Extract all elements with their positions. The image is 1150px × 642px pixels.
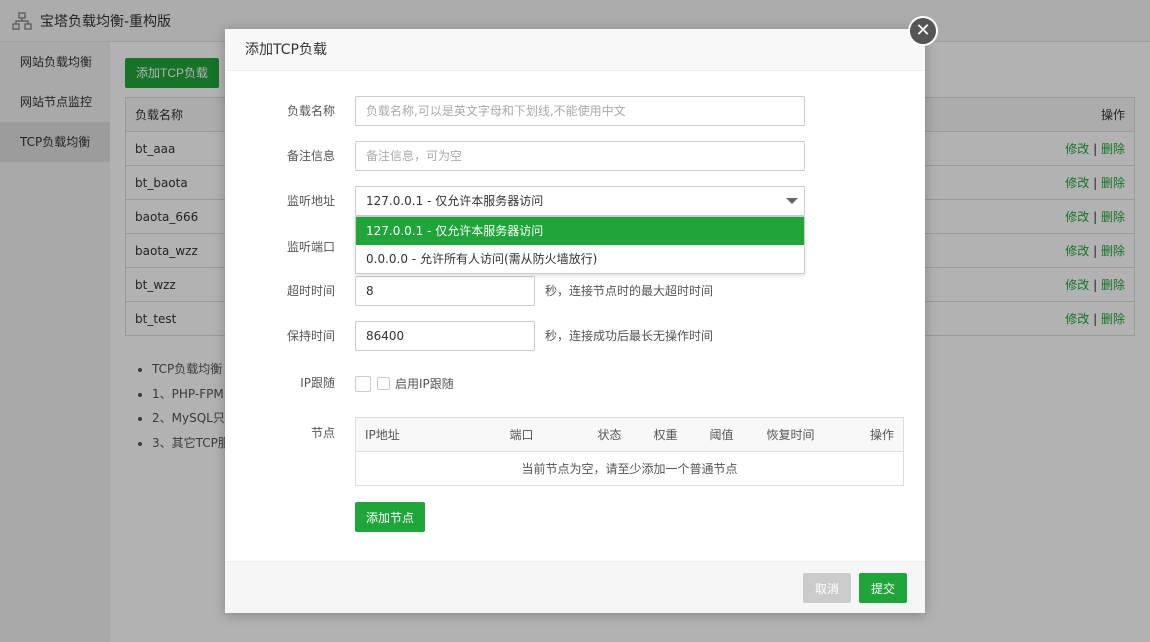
nodes-col-port: 端口 xyxy=(500,417,589,452)
close-icon[interactable]: ✕ xyxy=(908,16,938,46)
nodes-col-threshold: 阈值 xyxy=(700,417,758,452)
field-name-row: 负载名称 xyxy=(225,96,925,126)
chevron-down-icon xyxy=(786,198,798,204)
dropdown-option-all[interactable]: 0.0.0.0 - 允许所有人访问(需从防火墙放行) xyxy=(356,245,804,273)
nodes-header-row: IP地址 端口 状态 权重 阈值 恢复时间 操作 xyxy=(355,417,904,452)
nodes-empty-row: 当前节点为空，请至少添加一个普通节点 xyxy=(356,452,904,486)
keepalive-input[interactable] xyxy=(355,321,535,351)
field-nodes-label: 节点 xyxy=(310,426,335,440)
add-tcp-modal: 添加TCP负载 负载名称 备注信息 监听地址 127.0.0.1 - 仅允许本服… xyxy=(225,29,925,613)
ip-follow-checkbox-label: 启用IP跟随 xyxy=(395,377,454,391)
nodes-table: IP地址 端口 状态 权重 阈值 恢复时间 操作 当前节点为空，请至少添加一个普… xyxy=(355,417,904,486)
field-listen-addr-row: 监听地址 127.0.0.1 - 仅允许本服务器访问 xyxy=(225,186,925,216)
nodes-empty-text: 当前节点为空，请至少添加一个普通节点 xyxy=(521,462,738,476)
dropdown-option-localhost[interactable]: 127.0.0.1 - 仅允许本服务器访问 xyxy=(356,217,804,245)
remark-input[interactable] xyxy=(355,141,805,171)
modal-title: 添加TCP负载 xyxy=(225,29,925,71)
modal-footer: 取消 提交 xyxy=(225,561,925,613)
keepalive-hint: 秒，连接成功后最长无操作时间 xyxy=(545,329,714,343)
field-timeout-label: 超时时间 xyxy=(286,284,335,298)
field-ip-follow-row: IP跟随 启用IP跟随 xyxy=(225,368,925,398)
field-remark-label: 备注信息 xyxy=(286,149,335,163)
cancel-button[interactable]: 取消 xyxy=(803,573,851,603)
field-listen-addr-label: 监听地址 xyxy=(286,194,335,208)
listen-addr-dropdown: 127.0.0.1 - 仅允许本服务器访问 0.0.0.0 - 允许所有人访问(… xyxy=(355,216,805,274)
nodes-col-recover: 恢复时间 xyxy=(757,417,848,452)
add-node-button[interactable]: 添加节点 xyxy=(355,502,426,532)
field-keepalive-label: 保持时间 xyxy=(286,329,335,343)
nodes-col-actions: 操作 xyxy=(847,417,904,452)
timeout-hint: 秒，连接节点时的最大超时时间 xyxy=(545,284,714,298)
nodes-col-weight: 权重 xyxy=(644,417,701,452)
listen-addr-value: 127.0.0.1 - 仅允许本服务器访问 xyxy=(366,194,544,208)
listen-addr-select[interactable]: 127.0.0.1 - 仅允许本服务器访问 xyxy=(355,186,805,216)
ip-follow-checkbox-inner[interactable] xyxy=(377,377,390,390)
field-ip-follow-label: IP跟随 xyxy=(300,376,335,390)
submit-button[interactable]: 提交 xyxy=(859,573,907,603)
nodes-col-ip: IP地址 xyxy=(355,417,501,452)
ip-follow-checkbox[interactable] xyxy=(355,375,371,392)
field-name-label: 负载名称 xyxy=(286,104,335,118)
name-input[interactable] xyxy=(355,96,805,126)
nodes-col-status: 状态 xyxy=(588,417,645,452)
timeout-input[interactable] xyxy=(355,276,535,306)
ip-follow-control: 启用IP跟随 xyxy=(355,375,454,392)
field-timeout-row: 超时时间 秒，连接节点时的最大超时时间 xyxy=(225,276,925,306)
field-keepalive-row: 保持时间 秒，连接成功后最长无操作时间 xyxy=(225,321,925,351)
field-listen-port-label: 监听端口 xyxy=(286,240,335,254)
field-remark-row: 备注信息 xyxy=(225,141,925,171)
